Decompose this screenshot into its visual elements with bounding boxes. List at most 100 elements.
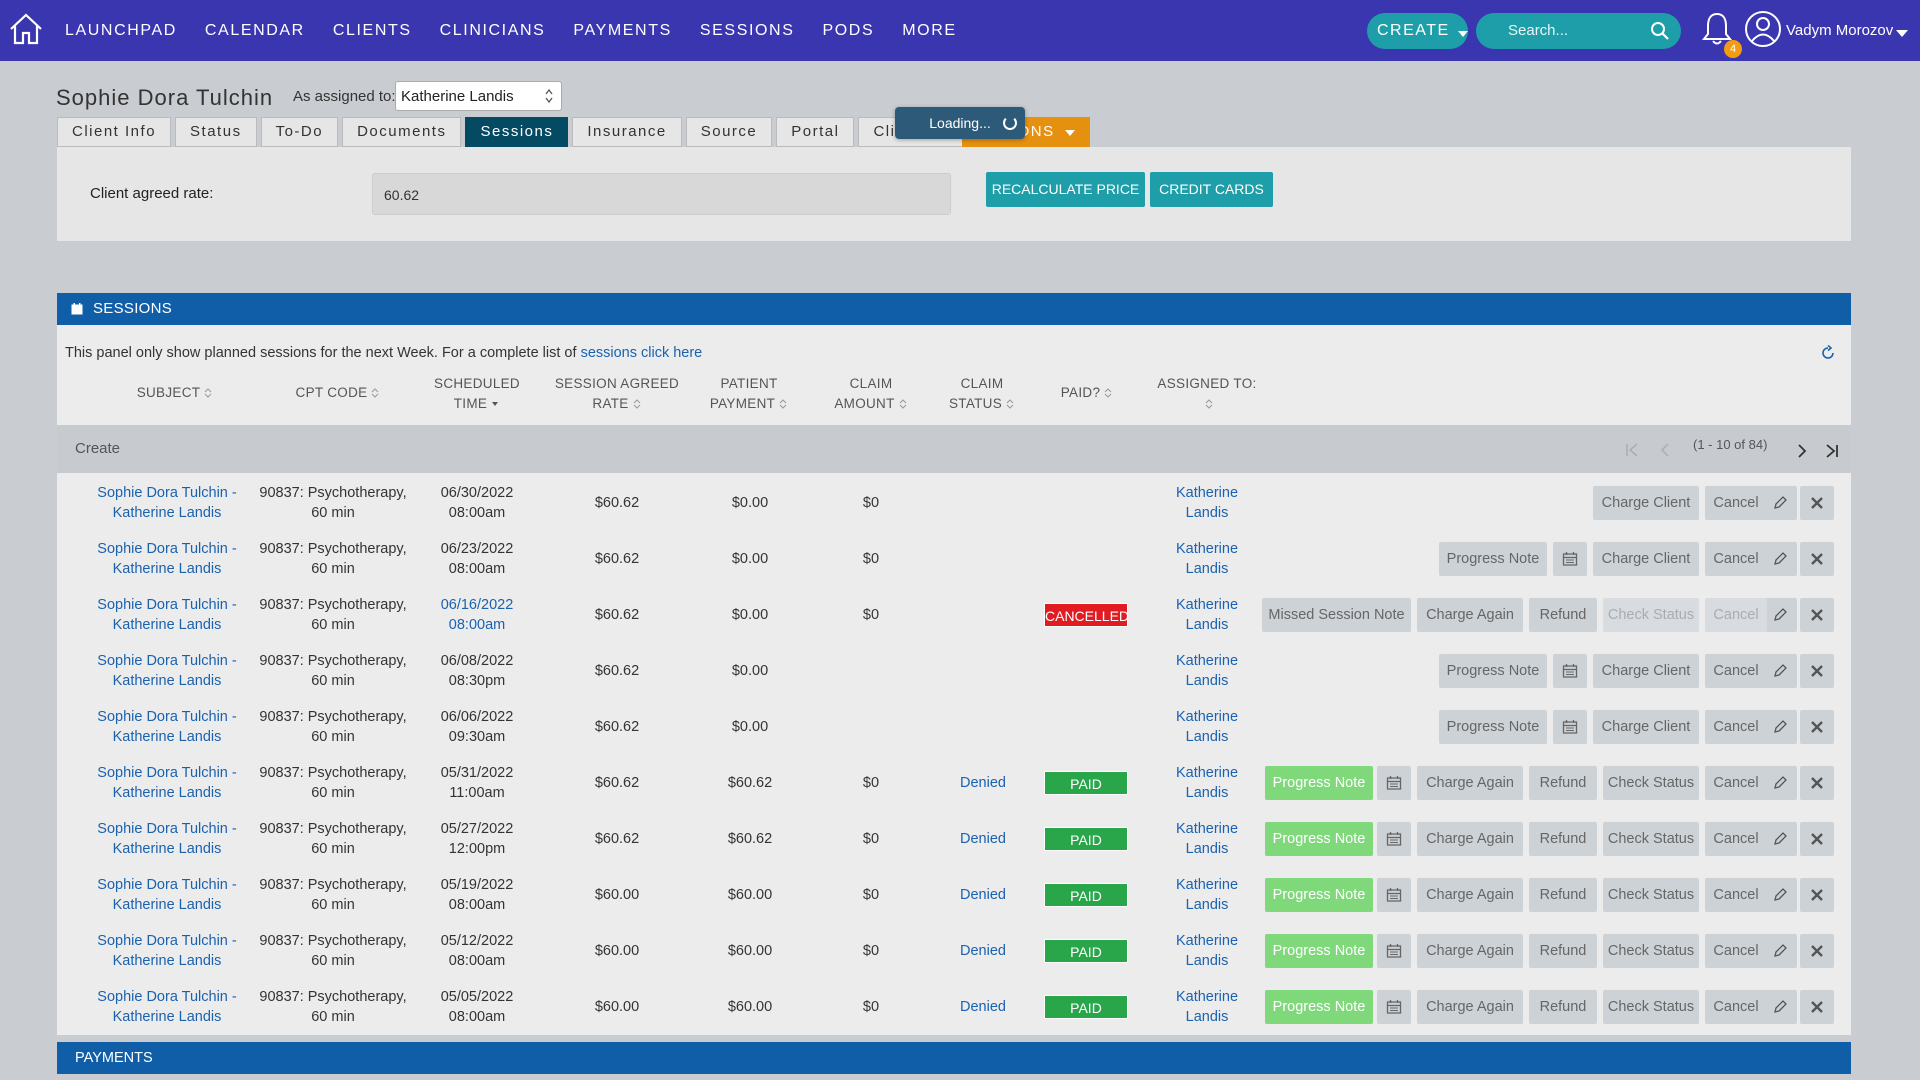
charge-again-button[interactable]: Charge Again (1417, 598, 1523, 632)
charge-client-button[interactable]: Charge Client (1593, 542, 1699, 576)
row-assigned[interactable]: Katherine Landis (1142, 931, 1272, 971)
edit-button[interactable] (1763, 766, 1797, 800)
col-patient-payment[interactable]: PATIENT PAYMENT (704, 374, 794, 414)
row-assigned[interactable]: Katherine Landis (1142, 987, 1272, 1027)
col-assigned[interactable]: ASSIGNED TO: (1137, 374, 1277, 414)
row-claim-status[interactable]: Denied (933, 773, 1033, 793)
col-subject[interactable]: SUBJECT (125, 383, 225, 403)
schedule-button[interactable] (1377, 934, 1411, 968)
row-claim-status[interactable]: Denied (933, 941, 1033, 961)
col-claim-status[interactable]: CLAIM STATUS (937, 374, 1027, 414)
check-status-button[interactable]: Check Status (1603, 822, 1699, 856)
edit-button[interactable] (1763, 878, 1797, 912)
refund-button[interactable]: Refund (1529, 878, 1597, 912)
row-subject[interactable]: Sophie Dora Tulchin - Katherine Landis (82, 931, 252, 971)
row-claim-status[interactable]: Denied (933, 997, 1033, 1017)
cancel-button[interactable]: Cancel (1705, 654, 1767, 688)
charge-again-button[interactable]: Charge Again (1417, 990, 1523, 1024)
search-icon[interactable] (1650, 21, 1670, 41)
edit-button[interactable] (1763, 710, 1797, 744)
col-cpt[interactable]: CPT CODE (283, 383, 393, 403)
row-subject[interactable]: Sophie Dora Tulchin - Katherine Landis (82, 483, 252, 523)
delete-button[interactable] (1800, 654, 1834, 688)
row-assigned[interactable]: Katherine Landis (1142, 483, 1272, 523)
row-subject[interactable]: Sophie Dora Tulchin - Katherine Landis (82, 763, 252, 803)
cancel-button[interactable]: Cancel (1705, 486, 1767, 520)
progress-note-button[interactable]: Progress Note (1265, 822, 1373, 856)
cancel-button[interactable]: Cancel (1705, 934, 1767, 968)
row-assigned[interactable]: Katherine Landis (1142, 819, 1272, 859)
last-page-icon[interactable] (1825, 444, 1839, 458)
col-paid[interactable]: PAID? (1047, 383, 1127, 403)
first-page-icon[interactable] (1625, 443, 1639, 457)
edit-button[interactable] (1763, 822, 1797, 856)
tab-portal[interactable]: Portal (776, 117, 855, 147)
row-assigned[interactable]: Katherine Landis (1142, 763, 1272, 803)
row-subject[interactable]: Sophie Dora Tulchin - Katherine Landis (82, 819, 252, 859)
chevron-down-icon[interactable] (1896, 30, 1908, 37)
edit-button[interactable] (1763, 934, 1797, 968)
progress-note-button[interactable]: Progress Note (1439, 654, 1547, 688)
credit-cards-button[interactable]: CREDIT CARDS (1150, 172, 1273, 207)
refresh-icon[interactable] (1820, 345, 1836, 361)
row-claim-status[interactable]: Denied (933, 829, 1033, 849)
rate-input[interactable]: 60.62 (372, 173, 951, 215)
prev-page-icon[interactable] (1660, 443, 1670, 457)
search-box[interactable] (1476, 13, 1681, 49)
col-session-rate[interactable]: SESSION AGREED RATE (552, 374, 682, 414)
cancel-button[interactable]: Cancel (1705, 766, 1767, 800)
schedule-button[interactable] (1377, 990, 1411, 1024)
next-page-icon[interactable] (1797, 444, 1807, 458)
edit-button[interactable] (1763, 486, 1797, 520)
charge-again-button[interactable]: Charge Again (1417, 822, 1523, 856)
tab-sessions[interactable]: Sessions (465, 117, 569, 147)
schedule-button[interactable] (1553, 654, 1587, 688)
user-name[interactable]: Vadym Morozov (1786, 22, 1893, 39)
edit-button[interactable] (1763, 990, 1797, 1024)
row-subject[interactable]: Sophie Dora Tulchin - Katherine Landis (82, 875, 252, 915)
cancel-button[interactable]: Cancel (1705, 990, 1767, 1024)
row-assigned[interactable]: Katherine Landis (1142, 875, 1272, 915)
refund-button[interactable]: Refund (1529, 934, 1597, 968)
schedule-button[interactable] (1377, 766, 1411, 800)
charge-again-button[interactable]: Charge Again (1417, 878, 1523, 912)
tab-status[interactable]: Status (175, 117, 257, 147)
create-button[interactable]: CREATE (1367, 13, 1468, 49)
missed-session-note-button[interactable]: Missed Session Note (1262, 598, 1411, 632)
user-avatar-icon[interactable] (1744, 10, 1782, 48)
cancel-button[interactable]: Cancel (1705, 878, 1767, 912)
row-claim-status[interactable]: Denied (933, 885, 1033, 905)
row-assigned[interactable]: Katherine Landis (1142, 707, 1272, 747)
progress-note-button[interactable]: Progress Note (1265, 934, 1373, 968)
cancel-button[interactable]: Cancel (1705, 542, 1767, 576)
recalculate-price-button[interactable]: RECALCULATE PRICE (986, 172, 1145, 207)
tab-client-info[interactable]: Client Info (57, 117, 172, 147)
delete-button[interactable] (1800, 486, 1834, 520)
nav-clients[interactable]: CLIENTS (333, 22, 412, 40)
charge-again-button[interactable]: Charge Again (1417, 934, 1523, 968)
progress-note-button[interactable]: Progress Note (1265, 766, 1373, 800)
charge-again-button[interactable]: Charge Again (1417, 766, 1523, 800)
sessions-click-here-link[interactable]: sessions click here (581, 345, 703, 361)
refund-button[interactable]: Refund (1529, 990, 1597, 1024)
check-status-button[interactable]: Check Status (1603, 598, 1699, 632)
cancel-button[interactable]: Cancel (1705, 822, 1767, 856)
delete-button[interactable] (1800, 878, 1834, 912)
refund-button[interactable]: Refund (1529, 766, 1597, 800)
schedule-button[interactable] (1377, 822, 1411, 856)
progress-note-button[interactable]: Progress Note (1265, 878, 1373, 912)
edit-button[interactable] (1763, 542, 1797, 576)
tab-documents[interactable]: Documents (342, 117, 462, 147)
edit-button[interactable] (1763, 598, 1797, 632)
nav-pods[interactable]: PODS (822, 22, 874, 40)
row-subject[interactable]: Sophie Dora Tulchin - Katherine Landis (82, 539, 252, 579)
check-status-button[interactable]: Check Status (1603, 990, 1699, 1024)
row-assigned[interactable]: Katherine Landis (1142, 595, 1272, 635)
delete-button[interactable] (1800, 710, 1834, 744)
row-subject[interactable]: Sophie Dora Tulchin - Katherine Landis (82, 987, 252, 1027)
delete-button[interactable] (1800, 542, 1834, 576)
create-session-link[interactable]: Create (75, 440, 120, 457)
refund-button[interactable]: Refund (1529, 598, 1597, 632)
tab-insurance[interactable]: Insurance (572, 117, 682, 147)
delete-button[interactable] (1800, 990, 1834, 1024)
